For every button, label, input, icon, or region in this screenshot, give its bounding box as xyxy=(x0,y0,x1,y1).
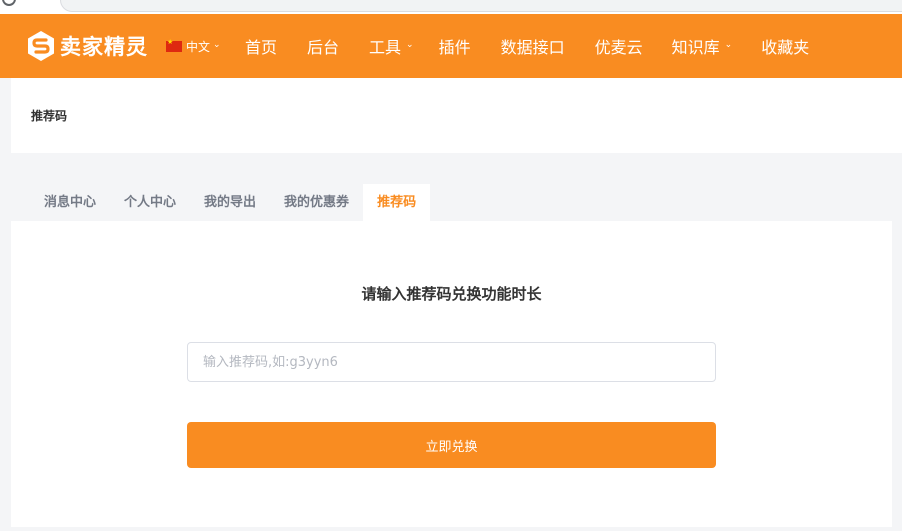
china-flag-icon xyxy=(166,38,182,52)
redeem-heading: 请输入推荐码兑换功能时长 xyxy=(361,285,542,303)
tab-message-center[interactable]: 消息中心 xyxy=(30,184,110,221)
page-header: 推荐码 xyxy=(11,78,902,153)
nav-item-label: 首页 xyxy=(245,38,278,57)
language-selector[interactable]: 中文 ⌄ xyxy=(166,38,221,54)
nav-item-data-api[interactable]: 数据接口 xyxy=(501,34,565,58)
nav-item-knowledge-base[interactable]: 知识库 ⌄ xyxy=(672,34,733,58)
tab-my-exports[interactable]: 我的导出 xyxy=(190,184,270,221)
nav-item-tools[interactable]: 工具 ⌄ xyxy=(369,34,414,58)
address-bar[interactable] xyxy=(60,0,902,12)
reload-icon[interactable] xyxy=(2,0,16,6)
page-title: 推荐码 xyxy=(31,109,68,123)
chevron-down-icon: ⌄ xyxy=(724,40,733,50)
browser-chrome xyxy=(0,0,902,14)
redeem-now-button[interactable]: 立即兑换 xyxy=(187,422,716,468)
brand-logo[interactable]: 卖家精灵 xyxy=(26,28,148,64)
nav-item-plugins[interactable]: 插件 xyxy=(439,34,471,58)
nav-item-backend[interactable]: 后台 xyxy=(307,34,339,58)
nav-item-favorites[interactable]: 收藏夹 xyxy=(761,34,809,58)
logo-s-icon xyxy=(28,31,54,61)
nav-item-label: 知识库 xyxy=(671,38,720,57)
tab-referral-code[interactable]: 推荐码 xyxy=(363,184,431,221)
chevron-down-icon: ⌄ xyxy=(406,40,414,50)
nav-item-home[interactable]: 首页 xyxy=(245,34,277,58)
tab-personal-center[interactable]: 个人中心 xyxy=(110,184,190,221)
nav-item-label: 数据接口 xyxy=(500,38,565,57)
nav-item-label: 后台 xyxy=(307,38,340,57)
nav-item-label: 插件 xyxy=(438,38,471,57)
top-navbar: 卖家精灵 中文 ⌄ 首页 后台 工具 ⌄ 插件 数据接口 优麦云 知识库 ⌄ xyxy=(0,14,902,78)
nav-item-youmaiyun[interactable]: 优麦云 xyxy=(595,34,643,58)
referral-code-input[interactable] xyxy=(187,342,716,382)
account-tabs: 消息中心 个人中心 我的导出 我的优惠券 推荐码 xyxy=(30,184,431,221)
nav-item-label: 工具 xyxy=(369,38,402,57)
nav-item-label: 收藏夹 xyxy=(761,38,810,57)
tab-my-coupons[interactable]: 我的优惠券 xyxy=(270,184,363,221)
chevron-down-icon: ⌄ xyxy=(213,40,221,50)
main-nav: 首页 后台 工具 ⌄ 插件 数据接口 优麦云 知识库 ⌄ 收藏夹 xyxy=(245,14,809,78)
brand-name: 卖家精灵 xyxy=(60,35,148,59)
page-background-edge xyxy=(892,221,902,527)
nav-item-label: 优麦云 xyxy=(594,38,643,57)
language-label: 中文 xyxy=(186,39,211,54)
redeem-panel: 请输入推荐码兑换功能时长 立即兑换 xyxy=(11,221,892,527)
